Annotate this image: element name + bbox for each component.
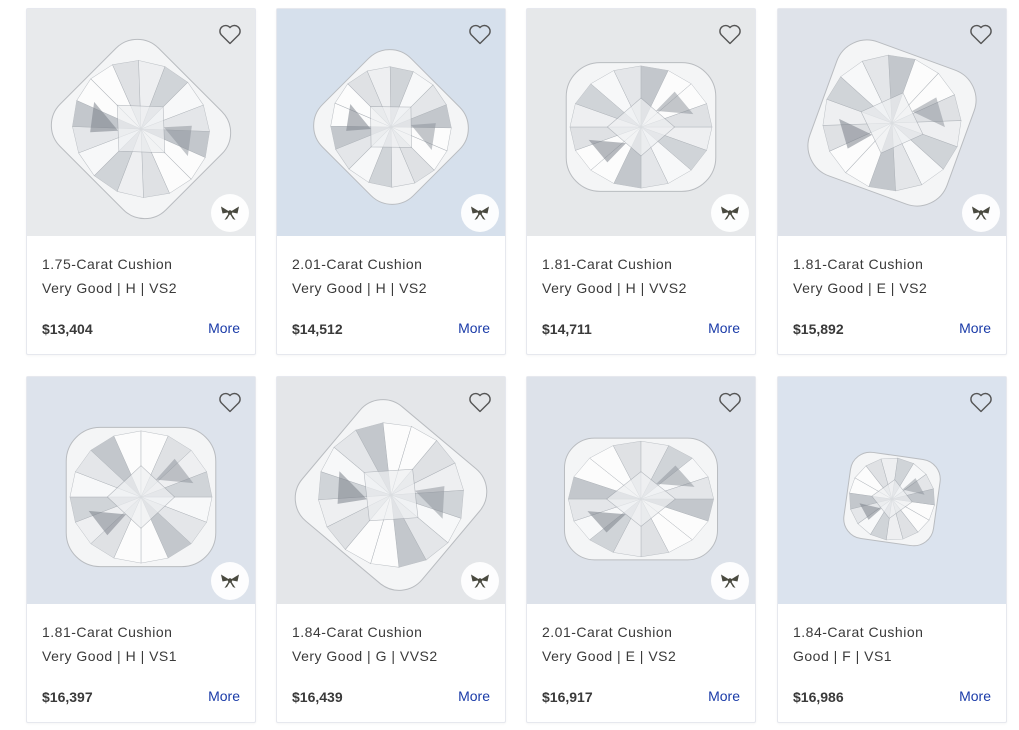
heart-icon[interactable] bbox=[968, 21, 994, 47]
product-price: $16,917 bbox=[542, 689, 593, 705]
product-price: $16,986 bbox=[793, 689, 844, 705]
product-card[interactable]: 1.84-Carat Cushion Good | F | VS1 $16,98… bbox=[777, 376, 1007, 723]
more-link[interactable]: More bbox=[959, 320, 991, 336]
product-price: $16,397 bbox=[42, 689, 93, 705]
heart-icon[interactable] bbox=[217, 389, 243, 415]
product-image[interactable] bbox=[277, 377, 505, 604]
product-specs: Good | F | VS1 bbox=[793, 648, 893, 664]
more-link[interactable]: More bbox=[708, 688, 740, 704]
product-specs: Very Good | H | VS2 bbox=[292, 280, 428, 296]
product-grid: 1.75-Carat Cushion Very Good | H | VS2 $… bbox=[0, 0, 1019, 730]
product-image[interactable] bbox=[27, 9, 255, 236]
heart-icon[interactable] bbox=[467, 389, 493, 415]
product-specs: Very Good | G | VVS2 bbox=[292, 648, 438, 664]
product-card[interactable]: 1.81-Carat Cushion Very Good | E | VS2 $… bbox=[777, 8, 1007, 355]
product-price: $16,439 bbox=[292, 689, 343, 705]
product-specs: Very Good | H | VS1 bbox=[42, 648, 178, 664]
product-title: 2.01-Carat Cushion bbox=[542, 624, 673, 640]
product-card[interactable]: 1.84-Carat Cushion Very Good | G | VVS2 … bbox=[276, 376, 506, 723]
bow-icon bbox=[461, 562, 499, 600]
product-image[interactable] bbox=[527, 377, 755, 604]
product-image[interactable] bbox=[527, 9, 755, 236]
bow-icon bbox=[211, 194, 249, 232]
product-specs: Very Good | E | VS2 bbox=[542, 648, 677, 664]
more-link[interactable]: More bbox=[959, 688, 991, 704]
bow-icon bbox=[962, 194, 1000, 232]
product-card[interactable]: 2.01-Carat Cushion Very Good | E | VS2 $… bbox=[526, 376, 756, 723]
product-specs: Very Good | H | VVS2 bbox=[542, 280, 687, 296]
more-link[interactable]: More bbox=[208, 688, 240, 704]
heart-icon[interactable] bbox=[467, 21, 493, 47]
product-title: 1.81-Carat Cushion bbox=[793, 256, 924, 272]
product-specs: Very Good | H | VS2 bbox=[42, 280, 178, 296]
bow-icon bbox=[461, 194, 499, 232]
product-card[interactable]: 2.01-Carat Cushion Very Good | H | VS2 $… bbox=[276, 8, 506, 355]
product-title: 1.84-Carat Cushion bbox=[793, 624, 924, 640]
bow-icon bbox=[711, 194, 749, 232]
product-title: 1.81-Carat Cushion bbox=[542, 256, 673, 272]
product-card[interactable]: 1.81-Carat Cushion Very Good | H | VS1 $… bbox=[26, 376, 256, 723]
product-card[interactable]: 1.75-Carat Cushion Very Good | H | VS2 $… bbox=[26, 8, 256, 355]
heart-icon[interactable] bbox=[717, 389, 743, 415]
product-title: 1.75-Carat Cushion bbox=[42, 256, 173, 272]
heart-icon[interactable] bbox=[217, 21, 243, 47]
product-title: 1.84-Carat Cushion bbox=[292, 624, 423, 640]
product-title: 1.81-Carat Cushion bbox=[42, 624, 173, 640]
more-link[interactable]: More bbox=[458, 320, 490, 336]
product-specs: Very Good | E | VS2 bbox=[793, 280, 928, 296]
product-price: $14,512 bbox=[292, 321, 343, 337]
product-title: 2.01-Carat Cushion bbox=[292, 256, 423, 272]
more-link[interactable]: More bbox=[208, 320, 240, 336]
product-price: $13,404 bbox=[42, 321, 93, 337]
heart-icon[interactable] bbox=[968, 389, 994, 415]
bow-icon bbox=[711, 562, 749, 600]
heart-icon[interactable] bbox=[717, 21, 743, 47]
product-image[interactable] bbox=[778, 9, 1006, 236]
product-price: $15,892 bbox=[793, 321, 844, 337]
product-image[interactable] bbox=[277, 9, 505, 236]
more-link[interactable]: More bbox=[708, 320, 740, 336]
product-price: $14,711 bbox=[542, 321, 592, 337]
more-link[interactable]: More bbox=[458, 688, 490, 704]
product-image[interactable] bbox=[27, 377, 255, 604]
bow-icon bbox=[211, 562, 249, 600]
product-card[interactable]: 1.81-Carat Cushion Very Good | H | VVS2 … bbox=[526, 8, 756, 355]
product-image[interactable] bbox=[778, 377, 1006, 604]
